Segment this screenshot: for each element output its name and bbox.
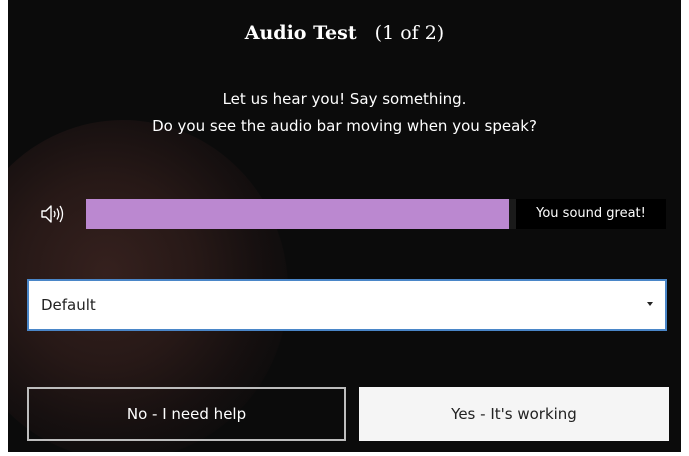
speaker-icon: [41, 205, 64, 223]
screen: Audio Test (1 of 2) Let us hear you! Say…: [0, 0, 689, 456]
title-text: Audio Test: [244, 22, 357, 44]
instruction-line-2: Do you see the audio bar moving when you…: [152, 117, 537, 135]
microphone-select[interactable]: Default: [27, 279, 667, 331]
audio-status-label: You sound great!: [516, 199, 666, 229]
its-working-button[interactable]: Yes - It's working: [359, 387, 669, 441]
audio-test-dialog: Audio Test (1 of 2) Let us hear you! Say…: [8, 0, 681, 452]
need-help-button[interactable]: No - I need help: [27, 387, 346, 441]
audio-level-bar: [86, 199, 518, 229]
selected-device: Default: [41, 296, 96, 314]
step-indicator: (1 of 2): [374, 22, 445, 44]
dialog-title: Audio Test (1 of 2): [8, 22, 681, 44]
instruction-line-1: Let us hear you! Say something.: [222, 90, 467, 108]
instructions: Let us hear you! Say something. Do you s…: [8, 86, 681, 140]
chevron-down-icon: [647, 302, 653, 306]
audio-level-fill: [86, 199, 510, 229]
